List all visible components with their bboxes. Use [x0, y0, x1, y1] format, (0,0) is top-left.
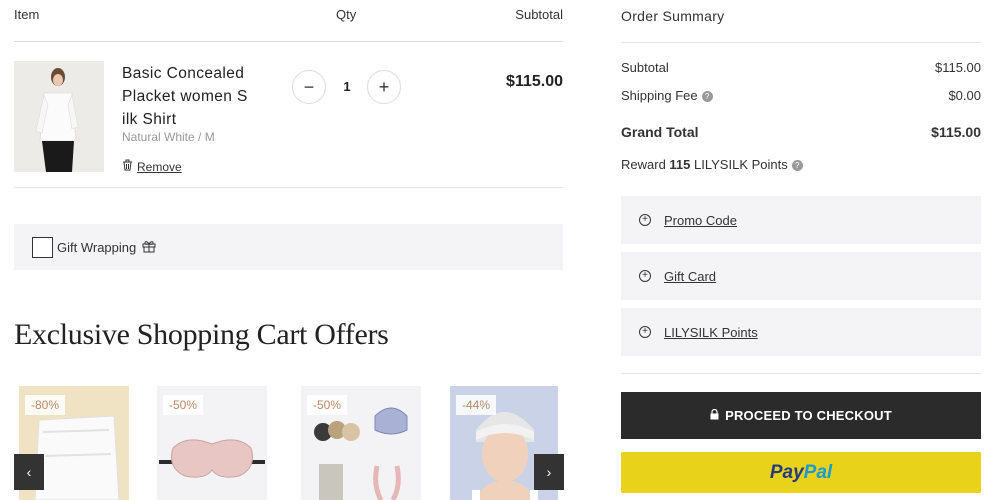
reward-prefix: Reward: [621, 157, 666, 172]
gift-card-label: Gift Card: [664, 268, 717, 284]
quantity-increase-button[interactable]: +: [367, 70, 401, 104]
gift-icon: [142, 239, 156, 256]
paypal-button[interactable]: Pay Pal: [621, 452, 981, 493]
paypal-logo-part1: Pay: [769, 461, 804, 483]
line-subtotal: $115.00: [506, 73, 563, 90]
carousel-prev-button[interactable]: ‹: [14, 454, 44, 490]
order-summary-title: Order Summary: [621, 8, 725, 24]
info-icon[interactable]: ?: [701, 91, 713, 103]
offers-title: Exclusive Shopping Cart Offers: [14, 318, 389, 351]
summary-subtotal-row: Subtotal $115.00: [621, 60, 981, 75]
column-header-item: Item: [14, 7, 40, 22]
discount-badge: -50%: [163, 395, 204, 415]
discount-badge: -44%: [456, 395, 497, 415]
gift-wrapping-label[interactable]: Gift Wrapping: [57, 240, 136, 255]
grand-total-label: Grand Total: [621, 124, 699, 140]
lilysilk-points-accordion[interactable]: + LILYSILK Points: [621, 308, 981, 356]
subtotal-value: $115.00: [934, 60, 981, 75]
shipping-label: Shipping Fee: [621, 88, 698, 103]
offer-card[interactable]: -50%: [157, 386, 267, 500]
paypal-logo-part2: Pal: [803, 461, 833, 483]
chevron-right-icon: ›: [546, 464, 552, 480]
circle-plus-icon: +: [639, 326, 651, 338]
checkout-label: PROCEED TO CHECKOUT: [725, 408, 892, 423]
cart-item-row: Basic Concealed Placket women S ilk Shir…: [14, 42, 563, 188]
circle-plus-icon: +: [639, 214, 651, 226]
product-variant: Natural White / M: [122, 130, 215, 144]
remove-button[interactable]: Remove: [122, 159, 182, 174]
grand-total-value: $115.00: [931, 124, 981, 140]
carousel-next-button[interactable]: ›: [534, 454, 564, 490]
quantity-value: 1: [343, 79, 351, 94]
reward-points: Reward 115 LILYSILK Points?: [621, 157, 803, 172]
gift-wrapping-option: Gift Wrapping: [14, 224, 563, 270]
info-icon[interactable]: ?: [791, 160, 803, 172]
lock-icon: [710, 408, 719, 423]
column-header-subtotal: Subtotal: [515, 7, 563, 22]
shipping-value: $0.00: [948, 88, 981, 103]
circle-plus-icon: +: [639, 270, 651, 282]
minus-icon: −: [303, 76, 315, 97]
divider: [621, 373, 981, 374]
divider: [621, 42, 981, 43]
lilysilk-points-label: LILYSILK Points: [664, 324, 758, 340]
summary-grand-total-row: Grand Total $115.00: [621, 124, 981, 140]
subtotal-label: Subtotal: [621, 60, 669, 75]
promo-code-accordion[interactable]: + Promo Code: [621, 196, 981, 244]
remove-label: Remove: [137, 159, 182, 174]
discount-badge: -80%: [25, 395, 66, 415]
summary-shipping-row: Shipping Fee? $0.00: [621, 88, 981, 103]
reward-suffix: LILYSILK Points: [694, 157, 788, 172]
quantity-decrease-button[interactable]: −: [292, 70, 326, 104]
column-header-qty: Qty: [336, 7, 357, 22]
discount-badge: -50%: [307, 395, 348, 415]
trash-icon: [122, 159, 133, 174]
promo-code-label: Promo Code: [664, 212, 737, 228]
gift-wrapping-checkbox[interactable]: [32, 236, 53, 258]
offer-card[interactable]: -50%: [301, 386, 421, 500]
reward-points-value: 115: [669, 157, 691, 172]
product-name[interactable]: Basic Concealed Placket women S ilk Shir…: [122, 62, 262, 131]
gift-card-accordion[interactable]: + Gift Card: [621, 252, 981, 300]
cart-table-header: Item Qty Subtotal: [14, 0, 563, 42]
proceed-to-checkout-button[interactable]: PROCEED TO CHECKOUT: [621, 392, 981, 439]
product-image[interactable]: [14, 61, 104, 172]
plus-icon: +: [378, 76, 390, 97]
chevron-left-icon: ‹: [26, 464, 32, 480]
